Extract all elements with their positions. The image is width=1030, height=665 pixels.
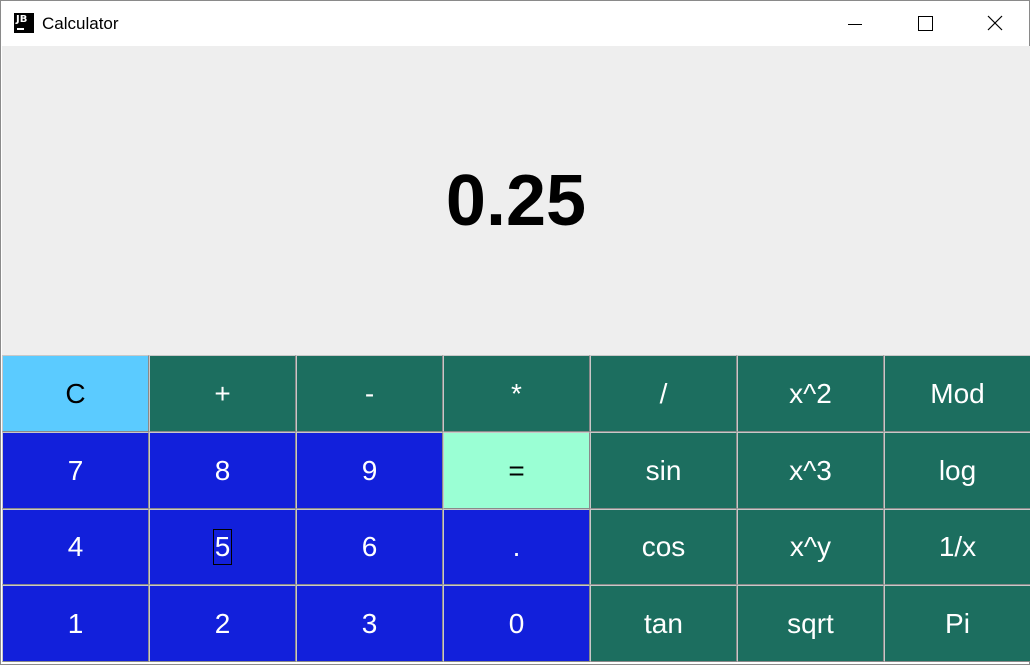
log-button[interactable]: log bbox=[884, 432, 1030, 509]
reciprocal-button[interactable]: 1/x bbox=[884, 509, 1030, 585]
digit-0-button[interactable]: 0 bbox=[443, 585, 590, 662]
calculator-window: JB Calculator 0.25 C + - * / x^2 Mod 7 8… bbox=[0, 0, 1030, 665]
minimize-icon bbox=[848, 24, 862, 25]
sin-button[interactable]: sin bbox=[590, 432, 737, 509]
cos-button[interactable]: cos bbox=[590, 509, 737, 585]
close-icon bbox=[987, 15, 1003, 31]
maximize-button[interactable] bbox=[890, 1, 960, 46]
focus-indicator: 5 bbox=[212, 529, 233, 565]
close-button[interactable] bbox=[960, 1, 1030, 46]
pi-button[interactable]: Pi bbox=[884, 585, 1030, 662]
digit-2-button[interactable]: 2 bbox=[149, 585, 296, 662]
plus-button[interactable]: + bbox=[149, 355, 296, 432]
digit-3-button[interactable]: 3 bbox=[296, 585, 443, 662]
tan-button[interactable]: tan bbox=[590, 585, 737, 662]
minus-button[interactable]: - bbox=[296, 355, 443, 432]
display-value: 0.25 bbox=[445, 160, 587, 241]
result-display: 0.25 bbox=[2, 46, 1030, 355]
clear-button[interactable]: C bbox=[2, 355, 149, 432]
power-button[interactable]: x^y bbox=[737, 509, 884, 585]
divide-button[interactable]: / bbox=[590, 355, 737, 432]
equals-button[interactable]: = bbox=[443, 432, 590, 509]
mod-button[interactable]: Mod bbox=[884, 355, 1030, 432]
decimal-point-button[interactable]: . bbox=[443, 509, 590, 585]
digit-6-button[interactable]: 6 bbox=[296, 509, 443, 585]
jetbrains-icon: JB bbox=[14, 13, 34, 33]
title-bar[interactable]: JB Calculator bbox=[1, 1, 1029, 46]
cube-button[interactable]: x^3 bbox=[737, 432, 884, 509]
sqrt-button[interactable]: sqrt bbox=[737, 585, 884, 662]
digit-7-button[interactable]: 7 bbox=[2, 432, 149, 509]
app-icon-text: JB bbox=[16, 14, 28, 25]
multiply-button[interactable]: * bbox=[443, 355, 590, 432]
digit-5-button[interactable]: 5 bbox=[149, 509, 296, 585]
digit-8-button[interactable]: 8 bbox=[149, 432, 296, 509]
minimize-button[interactable] bbox=[820, 1, 890, 46]
maximize-icon bbox=[918, 16, 933, 31]
digit-1-button[interactable]: 1 bbox=[2, 585, 149, 662]
digit-4-button[interactable]: 4 bbox=[2, 509, 149, 585]
square-button[interactable]: x^2 bbox=[737, 355, 884, 432]
digit-9-button[interactable]: 9 bbox=[296, 432, 443, 509]
window-title: Calculator bbox=[42, 14, 119, 33]
keypad: C + - * / x^2 Mod 7 8 9 = sin x^3 log 4 … bbox=[2, 355, 1030, 663]
